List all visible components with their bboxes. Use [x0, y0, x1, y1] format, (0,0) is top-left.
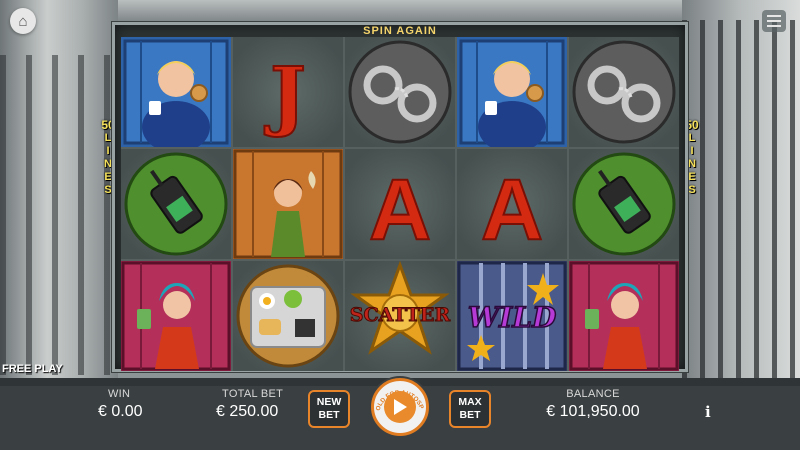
symbol-letter-a: A	[457, 149, 567, 259]
symbol-walkie-talkie	[121, 149, 231, 259]
symbol-letter-a: A	[345, 149, 455, 259]
symbol-money-lady	[121, 261, 231, 371]
hamburger-menu-icon[interactable]	[762, 10, 786, 32]
free-play-label: FREE PLAY	[2, 363, 63, 375]
symbol-walkie-talkie	[569, 149, 679, 259]
spin-button[interactable]: HOLD FOR AUTOSPIN	[370, 375, 429, 436]
win-label: WIN	[108, 388, 131, 400]
symbol-money-lady	[569, 261, 679, 371]
symbol-inmate-girl	[233, 149, 343, 259]
symbol-j-text: J	[264, 50, 306, 139]
symbol-handcuffs	[345, 37, 455, 147]
new-bet-button[interactable]: NEW BET	[308, 390, 350, 428]
play-icon	[384, 391, 416, 423]
total-bet-display: TOTAL BET € 250.00	[216, 388, 283, 421]
total-bet-value: € 250.00	[216, 403, 279, 420]
scatter-text: SCATTER	[350, 304, 451, 326]
win-value: € 0.00	[98, 403, 143, 420]
symbol-guard	[457, 37, 567, 147]
spin-again-title: SPIN AGAIN	[363, 25, 437, 37]
symbol-letter-j: J	[233, 37, 343, 147]
symbol-a-text: A	[481, 162, 543, 258]
balance-value: € 101,950.00	[546, 403, 640, 420]
symbol-prison-tray	[233, 261, 343, 371]
info-icon[interactable]: i	[705, 403, 711, 421]
max-bet-button[interactable]: MAX BET	[449, 390, 491, 428]
reel-frame: SPIN AGAIN J A A SCATTER WILD	[112, 22, 688, 372]
balance-label: BALANCE	[566, 388, 620, 400]
symbol-handcuffs	[569, 37, 679, 147]
symbol-wild: WILD	[457, 261, 567, 371]
total-bet-label: TOTAL BET	[222, 388, 284, 400]
reel-grid: J A A SCATTER WILD	[121, 37, 679, 371]
wild-text: WILD	[468, 301, 557, 334]
symbol-guard	[121, 37, 231, 147]
symbol-a-text: A	[369, 162, 431, 258]
home-icon[interactable]: ⌂	[10, 8, 36, 34]
background-ceiling	[118, 0, 682, 22]
win-display: WIN € 0.00	[98, 388, 142, 421]
balance-display: BALANCE € 101,950.00	[538, 388, 648, 421]
symbol-scatter-badge: SCATTER	[345, 261, 455, 371]
